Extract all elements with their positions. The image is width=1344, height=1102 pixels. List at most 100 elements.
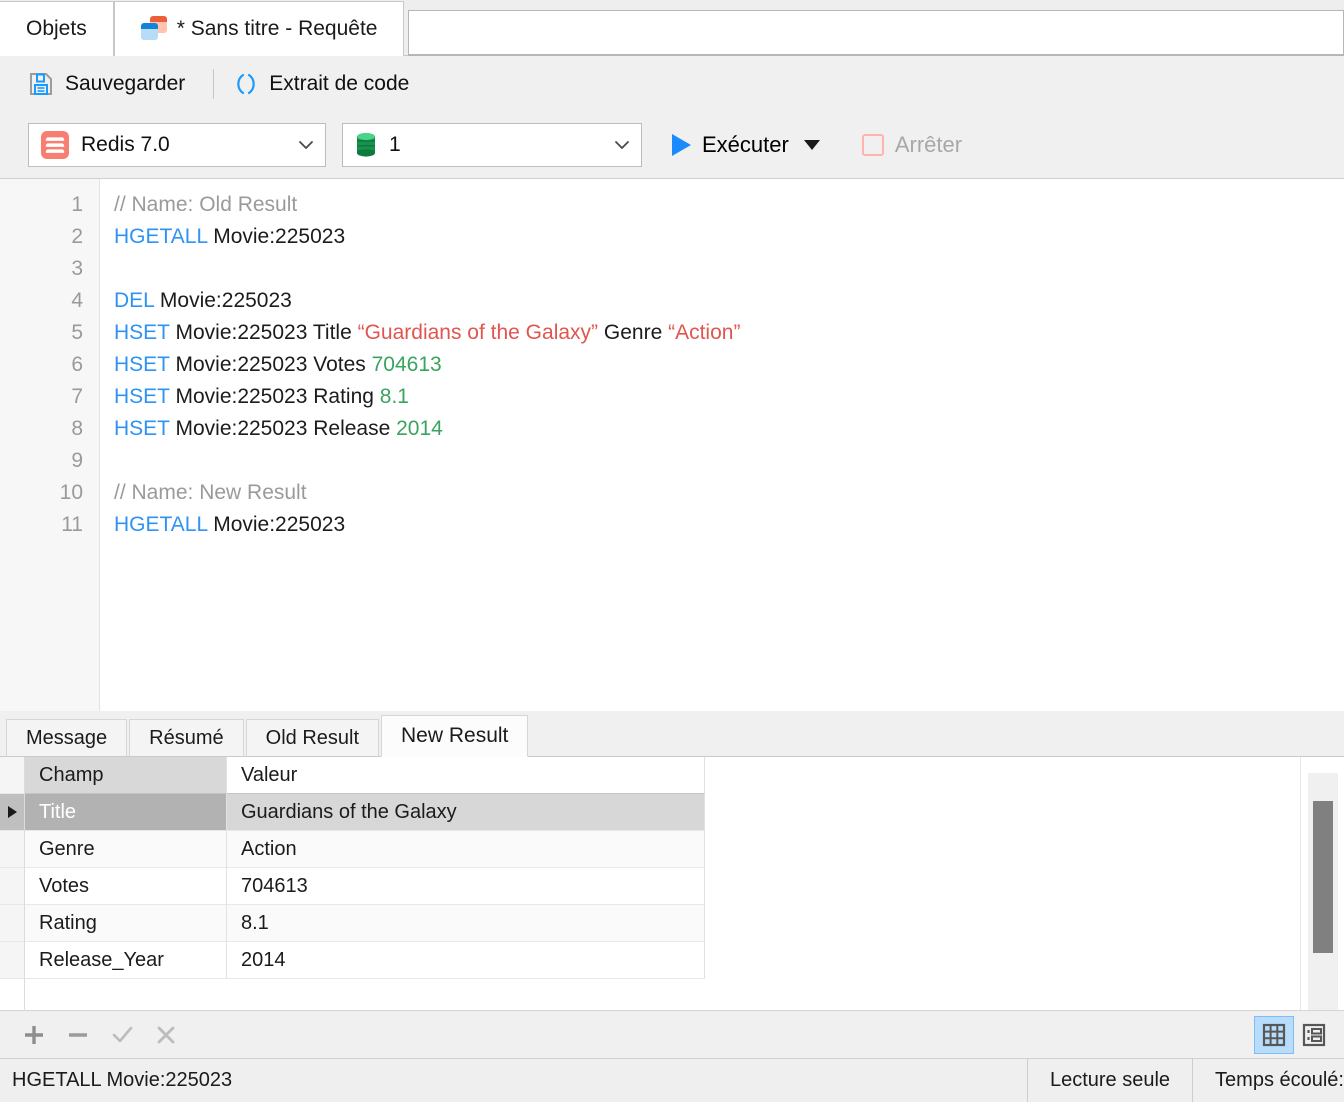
- add-row-button[interactable]: [12, 1017, 56, 1053]
- row-header-cell[interactable]: [0, 757, 24, 794]
- table-row[interactable]: TitleGuardians of the Galaxy: [25, 794, 705, 831]
- code-token: Movie:225023: [154, 289, 292, 312]
- connection-select[interactable]: Redis 7.0: [28, 123, 326, 167]
- result-tab-label: Message: [26, 727, 107, 750]
- code-line[interactable]: HGETALL Movie:225023: [114, 221, 1344, 253]
- table-cell[interactable]: 8.1: [227, 905, 705, 942]
- result-tab-résumé[interactable]: Résumé: [129, 719, 243, 757]
- code-token: HGETALL: [114, 225, 207, 248]
- table-row[interactable]: GenreAction: [25, 831, 705, 868]
- cancel-changes-button[interactable]: [144, 1017, 188, 1053]
- table-cell[interactable]: Rating: [25, 905, 227, 942]
- tab-objets-label: Objets: [26, 17, 87, 41]
- execution-toolbar: Redis 7.0 1 Exé: [0, 112, 1344, 178]
- code-token: Movie:225023 Title: [170, 321, 358, 344]
- line-number: 2: [0, 221, 99, 253]
- scrollbar-thumb[interactable]: [1313, 801, 1333, 953]
- code-token: HGETALL: [114, 513, 207, 536]
- result-grid-scrollbar[interactable]: [1300, 757, 1344, 1010]
- table-row[interactable]: Votes704613: [25, 868, 705, 905]
- status-command: HGETALL Movie:225023: [0, 1059, 1028, 1102]
- database-select-value: 1: [389, 133, 601, 157]
- current-row-indicator-icon: [8, 806, 17, 818]
- save-button[interactable]: Sauvegarder: [28, 67, 195, 101]
- code-token: Movie:225023 Rating: [170, 385, 380, 408]
- application-window: Objets * Sans titre - Requête Sauvegarde…: [0, 0, 1344, 1102]
- tab-query[interactable]: * Sans titre - Requête: [114, 1, 405, 56]
- remove-row-button[interactable]: [56, 1017, 100, 1053]
- toolbar-divider: [213, 69, 214, 99]
- code-token: DEL: [114, 289, 154, 312]
- tab-bar-empty-area: [408, 10, 1344, 56]
- line-number: 10: [0, 477, 99, 509]
- caret-down-icon[interactable]: [804, 140, 820, 150]
- execute-button-label: Exécuter: [702, 132, 789, 158]
- result-tab-old-result[interactable]: Old Result: [246, 719, 379, 757]
- code-line[interactable]: HGETALL Movie:225023: [114, 509, 1344, 541]
- tab-objets[interactable]: Objets: [0, 1, 114, 56]
- code-line[interactable]: DEL Movie:225023: [114, 285, 1344, 317]
- database-select[interactable]: 1: [342, 123, 642, 167]
- code-token: Genre: [598, 321, 668, 344]
- row-header-cell[interactable]: [0, 831, 24, 868]
- code-token: HSET: [114, 353, 170, 376]
- database-cylinder-icon: [355, 131, 377, 159]
- stop-button: Arrêter: [862, 132, 962, 158]
- code-line[interactable]: HSET Movie:225023 Release 2014: [114, 413, 1344, 445]
- code-token: HSET: [114, 321, 170, 344]
- code-token: // Name: Old Result: [114, 193, 297, 216]
- status-bar: HGETALL Movie:225023 Lecture seule Temps…: [0, 1058, 1344, 1102]
- table-cell[interactable]: Guardians of the Galaxy: [227, 794, 705, 831]
- line-number: 7: [0, 381, 99, 413]
- row-header-cell[interactable]: [0, 905, 24, 942]
- line-number-gutter: 1234567891011: [0, 179, 100, 711]
- code-line[interactable]: HSET Movie:225023 Rating 8.1: [114, 381, 1344, 413]
- commit-changes-button[interactable]: [100, 1017, 144, 1053]
- result-tab-label: Résumé: [149, 727, 223, 750]
- sql-editor[interactable]: 1234567891011 // Name: Old ResultHGETALL…: [0, 178, 1344, 711]
- column-header-champ[interactable]: Champ: [25, 757, 227, 794]
- line-number: 9: [0, 445, 99, 477]
- row-header-cell[interactable]: [0, 794, 24, 831]
- line-number: 1: [0, 189, 99, 221]
- code-snippet-button[interactable]: Extrait de code: [232, 67, 419, 101]
- table-cell[interactable]: Action: [227, 831, 705, 868]
- result-tab-label: Old Result: [266, 727, 359, 750]
- code-line[interactable]: [114, 445, 1344, 477]
- result-tab-new-result[interactable]: New Result: [381, 715, 528, 757]
- line-number: 5: [0, 317, 99, 349]
- code-token: “Action”: [668, 321, 740, 344]
- code-area[interactable]: // Name: Old Result HGETALL Movie:225023 …: [100, 179, 1344, 711]
- code-line[interactable]: // Name: New Result: [114, 477, 1344, 509]
- table-cell[interactable]: Votes: [25, 868, 227, 905]
- grid-view-toggle[interactable]: [1254, 1016, 1294, 1054]
- code-line[interactable]: HSET Movie:225023 Title “Guardians of th…: [114, 317, 1344, 349]
- tables-icon: [141, 16, 167, 42]
- table-cell[interactable]: Release_Year: [25, 942, 227, 979]
- table-cell[interactable]: 704613: [227, 868, 705, 905]
- execute-button[interactable]: Exécuter: [672, 132, 820, 158]
- result-tab-message[interactable]: Message: [6, 719, 127, 757]
- grid-edit-toolbar: [0, 1010, 1344, 1058]
- chevron-down-icon: [613, 136, 631, 154]
- code-token: “Guardians of the Galaxy”: [358, 321, 598, 344]
- table-row[interactable]: Release_Year2014: [25, 942, 705, 979]
- code-line[interactable]: HSET Movie:225023 Votes 704613: [114, 349, 1344, 381]
- chevron-down-icon: [297, 136, 315, 154]
- table-cell[interactable]: Title: [25, 794, 227, 831]
- column-header-valeur[interactable]: Valeur: [227, 757, 705, 794]
- line-number: 11: [0, 509, 99, 541]
- row-header-cell[interactable]: [0, 868, 24, 905]
- form-view-toggle[interactable]: [1294, 1016, 1334, 1054]
- code-line[interactable]: // Name: Old Result: [114, 189, 1344, 221]
- grid-header-row: ChampValeur: [25, 757, 705, 794]
- code-line[interactable]: [114, 253, 1344, 285]
- scrollbar-track[interactable]: [1308, 773, 1338, 1010]
- table-cell[interactable]: 2014: [227, 942, 705, 979]
- table-cell[interactable]: Genre: [25, 831, 227, 868]
- code-token: Movie:225023 Votes: [170, 353, 372, 376]
- table-row[interactable]: Rating8.1: [25, 905, 705, 942]
- line-number: 8: [0, 413, 99, 445]
- row-header-cell[interactable]: [0, 942, 24, 979]
- code-token: 704613: [372, 353, 442, 376]
